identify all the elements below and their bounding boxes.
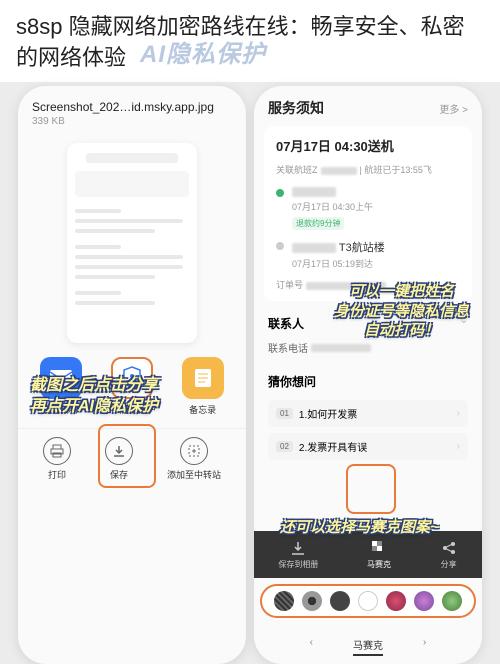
tab-prev[interactable]: ‹ xyxy=(310,637,313,656)
blurred-terminal xyxy=(292,243,336,253)
tab-next[interactable]: › xyxy=(423,637,426,656)
edit-toolbar: 保存到相册 马赛克 分享 xyxy=(254,531,482,578)
bottom-tab-bar: ‹ 马赛克 › xyxy=(254,637,482,656)
tool-mosaic[interactable]: 马赛克 xyxy=(367,539,391,570)
qa-item-1[interactable]: 01 1.如何开发票 › xyxy=(268,400,468,427)
highlight-ai-privacy xyxy=(98,424,156,488)
mosaic-swatch-3[interactable] xyxy=(330,591,350,611)
page-header: s8sp 隐藏网络加密路线在线：畅享安全、私密的网络体验 AI隐私保护 xyxy=(0,0,500,82)
contact-title: 联系人 xyxy=(268,315,304,332)
more-link[interactable]: 更多 > xyxy=(439,101,468,116)
service-title: 服务须知 xyxy=(268,98,324,118)
filesize: 339 KB xyxy=(32,116,232,127)
download-icon xyxy=(289,539,307,557)
trip-step-depart: 07月17日 04:30上午 退款约9分钟 xyxy=(276,186,460,231)
phones-row: Screenshot_202…id.msky.app.jpg 339 KB xyxy=(0,86,500,664)
memo-icon xyxy=(182,357,224,399)
transfer-icon xyxy=(180,437,208,465)
action-transfer[interactable]: 添加至中转站 xyxy=(167,437,221,481)
blurred-phone xyxy=(311,344,371,352)
highlight-mosaic-tool xyxy=(346,464,396,514)
trip-card: 07月17日 04:30送机 关联航班Z| 航班已于13:55飞 07月17日 … xyxy=(264,126,472,301)
mosaic-swatch-6[interactable] xyxy=(414,591,434,611)
mosaic-swatch-7[interactable] xyxy=(442,591,462,611)
qa-title: 猜你想问 xyxy=(268,373,316,390)
print-icon xyxy=(43,437,71,465)
blurred-flight-no xyxy=(321,167,357,175)
qa-section: 猜你想问 01 1.如何开发票 › 02 2.发票开具有误 › xyxy=(264,369,472,460)
trip-step-arrive: T3航站楼 07月17日 05:19到达 xyxy=(276,239,460,270)
overlay-right: 可以一键把姓名 身份证号等隐私信息 自动打码！ xyxy=(334,282,469,341)
tab-mosaic[interactable]: 马赛克 xyxy=(353,637,383,656)
flight-info: 关联航班Z| 航班已于13:55飞 xyxy=(276,163,460,176)
chevron-right-icon: › xyxy=(457,408,460,419)
blurred-location xyxy=(292,187,336,197)
mosaic-pattern-bar xyxy=(260,584,476,618)
dot-green-icon xyxy=(276,189,284,197)
tool-share[interactable]: 分享 xyxy=(440,539,458,570)
phone-screenshot-share: Screenshot_202…id.msky.app.jpg 339 KB xyxy=(18,86,246,664)
qa-item-2[interactable]: 02 2.发票开具有误 › xyxy=(268,433,468,460)
tool-save-album[interactable]: 保存到相册 xyxy=(278,539,318,570)
mosaic-swatch-2[interactable] xyxy=(302,591,322,611)
watermark-text: AI隐私保护 xyxy=(140,34,266,69)
screenshot-preview[interactable] xyxy=(67,143,197,343)
refund-badge: 退款约9分钟 xyxy=(292,217,344,230)
filename: Screenshot_202…id.msky.app.jpg xyxy=(32,100,232,114)
overlay-left: 截图之后点击分享 再点开AI隐私保护 xyxy=(30,376,158,418)
mosaic-swatch-4[interactable] xyxy=(358,591,378,611)
chevron-right-icon: › xyxy=(457,441,460,452)
dot-gray-icon xyxy=(276,242,284,250)
action-print[interactable]: 打印 xyxy=(43,437,71,481)
phone-service-notice: 服务须知 更多 > 07月17日 04:30送机 关联航班Z| 航班已于13:5… xyxy=(254,86,482,664)
overlay-bottom: 还可以选择马赛克图案~ xyxy=(280,518,439,538)
share-memo[interactable]: 备忘录 xyxy=(173,357,233,416)
service-header: 服务须知 更多 > xyxy=(254,86,482,126)
mosaic-swatch-5[interactable] xyxy=(386,591,406,611)
trip-time-header: 07月17日 04:30送机 xyxy=(276,136,460,155)
mosaic-icon xyxy=(370,539,388,557)
file-meta: Screenshot_202…id.msky.app.jpg 339 KB xyxy=(18,86,246,133)
mosaic-swatch-1[interactable] xyxy=(274,591,294,611)
share-icon xyxy=(440,539,458,557)
